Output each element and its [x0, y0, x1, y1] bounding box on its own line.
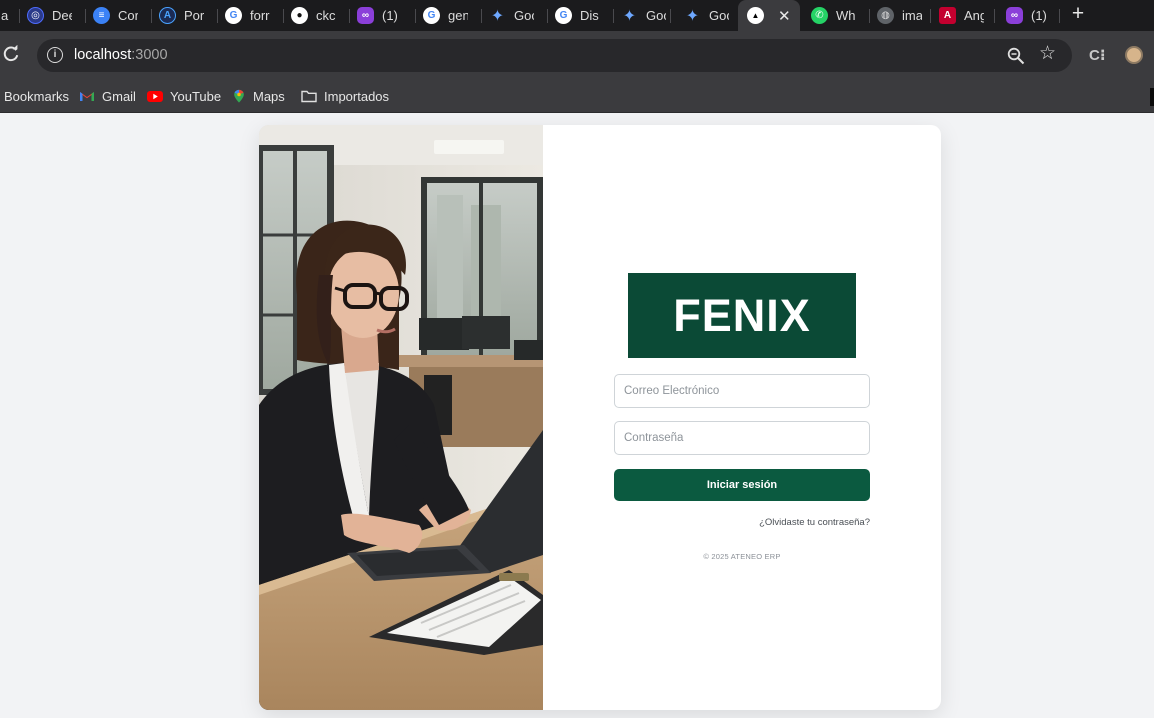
tab-title: gen	[448, 8, 468, 23]
gemini-icon: ✦	[490, 7, 505, 25]
tab-title: (1)	[1031, 8, 1047, 23]
url-text[interactable]: localhost:3000	[74, 47, 168, 63]
bookmarks-bar: Bookmarks Gmail YouTube Maps Importados	[0, 80, 1154, 113]
tab-title: forr	[250, 8, 270, 23]
profile-avatar[interactable]	[1125, 46, 1143, 64]
tab-title: Goo	[709, 8, 729, 23]
bookmarks-overflow-edge	[1150, 88, 1154, 106]
copyright-text: © 2025 ATENEO ERP	[703, 552, 781, 561]
purple-app-icon: ∞	[357, 7, 374, 24]
tab-title: Goo	[514, 8, 534, 23]
github-icon: ●	[291, 7, 308, 24]
forgot-password-link[interactable]: ¿Olvidaste tu contraseña?	[614, 517, 870, 528]
tab-strip: a ◎ Dee ≡ Cor A Por G forr ● ckc ∞ (1) G…	[0, 0, 1154, 31]
logo-text: FENIX	[673, 289, 811, 341]
nextjs-icon: ▲	[747, 7, 764, 24]
deepseek-icon: ◎	[27, 7, 44, 24]
bookmark-label: Bookmarks	[4, 88, 70, 104]
browser-tab[interactable]: ✆ Wh	[805, 0, 870, 31]
browser-tab[interactable]: ∞ (1)	[351, 0, 416, 31]
browser-tab[interactable]: ✦ Goo	[483, 0, 548, 31]
browser-tab[interactable]: A Por	[153, 0, 218, 31]
new-tab-button[interactable]: +	[1066, 3, 1090, 25]
tab-title: Dis	[580, 8, 599, 23]
bookmark-label: YouTube	[170, 88, 222, 104]
doc-icon: ≡	[93, 7, 110, 24]
browser-tab[interactable]: G forr	[219, 0, 284, 31]
email-input[interactable]	[614, 374, 870, 408]
login-form-area: FENIX Iniciar sesión ¿Olvidaste tu contr…	[543, 125, 941, 710]
zoom-icon[interactable]	[1007, 47, 1025, 65]
address-bar[interactable]: i localhost:3000 ☆	[37, 39, 1072, 72]
maps-icon	[234, 89, 244, 103]
google-icon: G	[555, 7, 572, 24]
bookmark-label: Maps	[253, 88, 285, 104]
angular-icon: A	[939, 7, 956, 24]
browser-tab[interactable]: ◍ ima	[871, 0, 931, 31]
purple-app-icon: ∞	[1006, 7, 1023, 24]
bookmark-all[interactable]: Bookmarks	[4, 86, 69, 106]
bookmark-maps[interactable]: Maps	[232, 86, 285, 106]
login-button[interactable]: Iniciar sesión	[614, 469, 870, 501]
bookmark-folder-importados[interactable]: Importados	[301, 86, 389, 106]
gmail-icon	[80, 92, 94, 101]
bookmark-label: Gmail	[102, 88, 136, 104]
whatsapp-icon: ✆	[811, 7, 828, 24]
browser-tab[interactable]: ✦ Goo	[615, 0, 671, 31]
browser-tab[interactable]: ● ckc	[285, 0, 350, 31]
bookmark-gmail[interactable]: Gmail	[79, 86, 136, 106]
browser-tab[interactable]: ≡ Cor	[87, 0, 152, 31]
bookmark-star-icon[interactable]: ☆	[1039, 43, 1056, 65]
bookmark-youtube[interactable]: YouTube	[147, 86, 221, 106]
tab-title: Wh	[836, 8, 856, 23]
browser-toolbar: i localhost:3000 ☆ C⁝	[0, 31, 1154, 80]
browser-tab[interactable]: ∞ (1)	[1000, 0, 1060, 31]
google-icon: G	[423, 7, 440, 24]
browser-tab[interactable]: A Ang	[933, 0, 995, 31]
fenix-logo: FENIX	[628, 273, 856, 358]
browser-tab[interactable]: ✦ Goo	[678, 0, 736, 31]
browser-tab-active[interactable]: ▲ ✕	[738, 0, 800, 31]
tab-title: ima	[902, 8, 922, 23]
browser-tab[interactable]: ◎ Dee	[21, 0, 86, 31]
woman-with-laptop-illustration	[259, 125, 543, 710]
bookmark-label: Importados	[324, 88, 390, 104]
browser-tab[interactable]: G gen	[417, 0, 482, 31]
office-photo	[259, 125, 543, 710]
site-info-icon[interactable]: i	[47, 47, 63, 63]
url-host: localhost	[74, 47, 132, 63]
url-port: :3000	[131, 47, 168, 63]
browser-tab[interactable]: a	[0, 0, 20, 31]
youtube-icon	[147, 91, 163, 102]
gemini-icon: ✦	[685, 7, 700, 25]
tab-title: ckc	[316, 8, 336, 23]
google-icon: G	[225, 7, 242, 24]
login-card: FENIX Iniciar sesión ¿Olvidaste tu contr…	[259, 125, 941, 710]
password-input[interactable]	[614, 421, 870, 455]
tab-title: a	[1, 8, 9, 23]
globe-icon: ◍	[877, 7, 894, 24]
extension-icon[interactable]: C⁝	[1089, 46, 1106, 64]
tab-title: Dee	[52, 8, 72, 23]
browser-tab[interactable]: G Dis	[549, 0, 614, 31]
gemini-icon: ✦	[622, 7, 637, 25]
tab-title: Cor	[118, 8, 138, 23]
azure-icon: A	[159, 7, 176, 24]
tab-title: Goo	[646, 8, 666, 23]
tab-title: Ang	[964, 8, 984, 23]
close-tab-icon[interactable]: ✕	[778, 7, 791, 25]
tab-title: (1)	[382, 8, 398, 23]
tab-title: Por	[184, 8, 204, 23]
folder-icon	[301, 90, 317, 103]
reload-icon[interactable]	[2, 45, 20, 63]
